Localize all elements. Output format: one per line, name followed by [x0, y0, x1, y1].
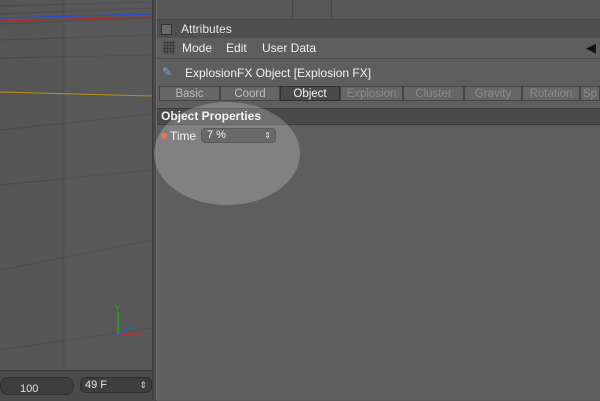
keyframe-dot-icon[interactable] [161, 133, 167, 139]
panel-menu-icon[interactable] [161, 24, 172, 35]
frame-stepper-icon[interactable]: ⇕ [139, 378, 147, 392]
param-label: Time [170, 129, 197, 143]
top-strip-cell [293, 0, 332, 18]
svg-text:Z: Z [129, 323, 134, 332]
top-strip-cell [157, 0, 293, 18]
attribute-tabs: Basic Coord Object Explosion Cluster Gra… [159, 86, 600, 102]
attributes-header: Attributes [157, 20, 600, 39]
top-strip [157, 0, 600, 20]
explosion-object-icon: ✎ [162, 65, 173, 79]
time-value: 7 % [207, 129, 226, 141]
tab-object[interactable]: Object [280, 86, 340, 101]
section-header: Object Properties [157, 108, 600, 125]
menu-user-data[interactable]: User Data [262, 41, 316, 55]
3d-viewport[interactable]: Y X Z [0, 0, 153, 370]
svg-text:X: X [136, 331, 142, 340]
ruler-value: 100 [20, 383, 39, 395]
tab-explosion[interactable]: Explosion [340, 86, 403, 101]
object-name: ExplosionFX Object [Explosion FX] [185, 66, 372, 80]
svg-text:Y: Y [115, 304, 121, 313]
object-title-line: ✎ ExplosionFX Object [Explosion FX] [157, 62, 600, 82]
attributes-menubar: Mode Edit User Data ◀ [157, 38, 600, 59]
tab-gravity[interactable]: Gravity [464, 86, 522, 101]
current-frame-field[interactable]: 49 F ⇕ [80, 377, 152, 393]
tab-cluster[interactable]: Cluster [403, 86, 464, 101]
tab-sp[interactable]: Sp [580, 86, 600, 101]
section-title: Object Properties [161, 109, 262, 123]
tab-coord[interactable]: Coord [220, 86, 280, 101]
current-frame-value: 49 F [85, 379, 108, 391]
tab-rotation[interactable]: Rotation [522, 86, 580, 101]
attributes-title: Attributes [181, 22, 232, 36]
menu-edit[interactable]: Edit [226, 41, 247, 55]
attributes-panel: Attributes Mode Edit User Data ◀ ✎ Explo… [157, 0, 600, 400]
timeline-ruler[interactable]: 100 [0, 377, 74, 395]
grip-icon[interactable] [163, 41, 175, 54]
tab-basic[interactable]: Basic [159, 86, 220, 101]
back-arrow-icon[interactable]: ◀ [586, 40, 596, 56]
timeline-bar: 100 49 F ⇕ [0, 370, 157, 401]
param-row-time: Time 7 % ⇕ [157, 126, 600, 146]
viewport-grid: Y X Z [0, 0, 152, 370]
menu-mode[interactable]: Mode [182, 41, 212, 55]
spinner-arrows-icon[interactable]: ⇕ [264, 129, 271, 142]
time-input[interactable]: 7 % ⇕ [201, 128, 276, 143]
